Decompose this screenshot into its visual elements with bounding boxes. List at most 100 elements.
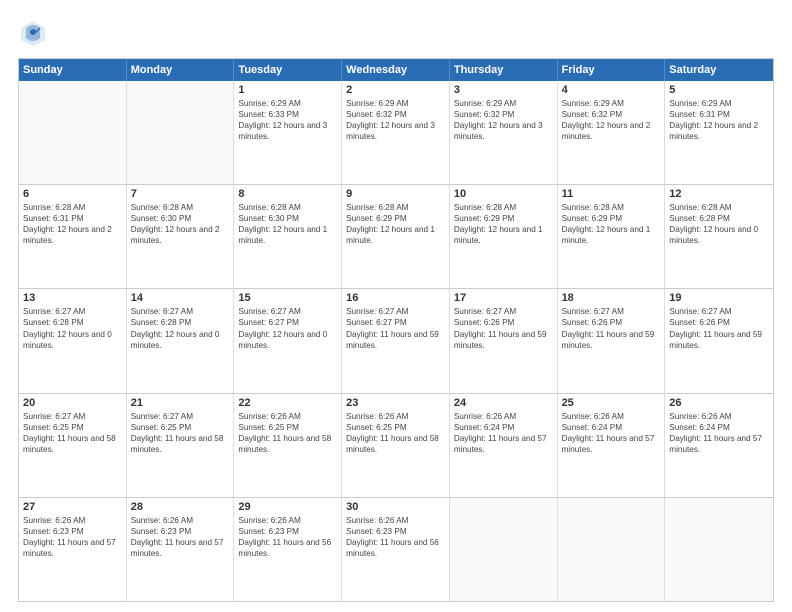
day-info: Sunrise: 6:28 AM Sunset: 6:30 PM Dayligh… [131, 202, 230, 246]
day-number: 20 [23, 397, 122, 409]
day-info: Sunrise: 6:29 AM Sunset: 6:31 PM Dayligh… [669, 98, 769, 142]
day-info: Sunrise: 6:27 AM Sunset: 6:26 PM Dayligh… [562, 306, 661, 350]
calendar-cell: 23 Sunrise: 6:26 AM Sunset: 6:25 PM Dayli… [342, 394, 450, 497]
calendar-cell: 11 Sunrise: 6:28 AM Sunset: 6:29 PM Dayli… [558, 185, 666, 288]
calendar-cell: 4 Sunrise: 6:29 AM Sunset: 6:32 PM Daylig… [558, 81, 666, 184]
calendar-cell: 15 Sunrise: 6:27 AM Sunset: 6:27 PM Dayli… [234, 289, 342, 392]
calendar-cell: 24 Sunrise: 6:26 AM Sunset: 6:24 PM Dayli… [450, 394, 558, 497]
day-number: 26 [669, 397, 769, 409]
calendar-cell: 21 Sunrise: 6:27 AM Sunset: 6:25 PM Dayli… [127, 394, 235, 497]
calendar-cell: 30 Sunrise: 6:26 AM Sunset: 6:23 PM Dayli… [342, 498, 450, 601]
calendar-row-3: 13 Sunrise: 6:27 AM Sunset: 6:28 PM Dayli… [19, 289, 773, 393]
day-info: Sunrise: 6:27 AM Sunset: 6:25 PM Dayligh… [131, 411, 230, 455]
day-number: 11 [562, 188, 661, 200]
calendar-cell: 9 Sunrise: 6:28 AM Sunset: 6:29 PM Daylig… [342, 185, 450, 288]
day-info: Sunrise: 6:27 AM Sunset: 6:26 PM Dayligh… [454, 306, 553, 350]
day-number: 14 [131, 292, 230, 304]
day-number: 29 [238, 501, 337, 513]
calendar-cell: 28 Sunrise: 6:26 AM Sunset: 6:23 PM Dayli… [127, 498, 235, 601]
day-number: 5 [669, 84, 769, 96]
day-info: Sunrise: 6:26 AM Sunset: 6:23 PM Dayligh… [346, 515, 445, 559]
calendar-cell: 5 Sunrise: 6:29 AM Sunset: 6:31 PM Daylig… [665, 81, 773, 184]
day-info: Sunrise: 6:29 AM Sunset: 6:32 PM Dayligh… [346, 98, 445, 142]
calendar-cell: 25 Sunrise: 6:26 AM Sunset: 6:24 PM Dayli… [558, 394, 666, 497]
day-info: Sunrise: 6:27 AM Sunset: 6:27 PM Dayligh… [238, 306, 337, 350]
day-info: Sunrise: 6:26 AM Sunset: 6:24 PM Dayligh… [562, 411, 661, 455]
day-number: 22 [238, 397, 337, 409]
calendar-cell: 29Sunrise: 6:26 AM Sunset: 6:23 PM Dayli… [234, 498, 342, 601]
calendar-body: 1 Sunrise: 6:29 AM Sunset: 6:33 PM Daylig… [19, 81, 773, 601]
day-info: Sunrise: 6:27 AM Sunset: 6:25 PM Dayligh… [23, 411, 122, 455]
calendar-cell [127, 81, 235, 184]
header-day-wednesday: Wednesday [342, 59, 450, 81]
calendar-cell: 16Sunrise: 6:27 AM Sunset: 6:27 PM Dayli… [342, 289, 450, 392]
day-number: 21 [131, 397, 230, 409]
day-number: 17 [454, 292, 553, 304]
calendar-row-5: 27 Sunrise: 6:26 AM Sunset: 6:23 PM Dayli… [19, 498, 773, 601]
header-day-thursday: Thursday [450, 59, 558, 81]
day-number: 4 [562, 84, 661, 96]
calendar-cell: 20 Sunrise: 6:27 AM Sunset: 6:25 PM Dayli… [19, 394, 127, 497]
day-number: 9 [346, 188, 445, 200]
calendar-row-2: 6 Sunrise: 6:28 AM Sunset: 6:31 PM Daylig… [19, 185, 773, 289]
day-info: Sunrise: 6:26 AM Sunset: 6:23 PM Dayligh… [131, 515, 230, 559]
logo [18, 18, 52, 48]
calendar-cell: 14 Sunrise: 6:27 AM Sunset: 6:28 PM Dayli… [127, 289, 235, 392]
calendar-header: SundayMondayTuesdayWednesdayThursdayFrid… [19, 59, 773, 81]
header [18, 18, 774, 48]
header-day-monday: Monday [127, 59, 235, 81]
calendar-cell: 8Sunrise: 6:28 AM Sunset: 6:30 PM Daylig… [234, 185, 342, 288]
day-info: Sunrise: 6:27 AM Sunset: 6:28 PM Dayligh… [131, 306, 230, 350]
day-number: 15 [238, 292, 337, 304]
day-info: Sunrise: 6:26 AM Sunset: 6:23 PM Dayligh… [23, 515, 122, 559]
calendar-cell: 13Sunrise: 6:27 AM Sunset: 6:28 PM Dayli… [19, 289, 127, 392]
calendar-cell [19, 81, 127, 184]
day-info: Sunrise: 6:29 AM Sunset: 6:32 PM Dayligh… [454, 98, 553, 142]
calendar-cell: 6 Sunrise: 6:28 AM Sunset: 6:31 PM Daylig… [19, 185, 127, 288]
day-number: 30 [346, 501, 445, 513]
day-info: Sunrise: 6:27 AM Sunset: 6:26 PM Dayligh… [669, 306, 769, 350]
day-number: 7 [131, 188, 230, 200]
header-day-saturday: Saturday [665, 59, 773, 81]
day-info: Sunrise: 6:28 AM Sunset: 6:29 PM Dayligh… [454, 202, 553, 246]
day-info: Sunrise: 6:26 AM Sunset: 6:25 PM Dayligh… [346, 411, 445, 455]
day-number: 12 [669, 188, 769, 200]
day-info: Sunrise: 6:28 AM Sunset: 6:29 PM Dayligh… [346, 202, 445, 246]
day-number: 28 [131, 501, 230, 513]
calendar-row-4: 20 Sunrise: 6:27 AM Sunset: 6:25 PM Dayli… [19, 394, 773, 498]
day-number: 23 [346, 397, 445, 409]
day-number: 3 [454, 84, 553, 96]
calendar-cell: 27 Sunrise: 6:26 AM Sunset: 6:23 PM Dayli… [19, 498, 127, 601]
day-info: Sunrise: 6:29 AM Sunset: 6:32 PM Dayligh… [562, 98, 661, 142]
logo-icon [18, 18, 48, 48]
calendar-cell: 7 Sunrise: 6:28 AM Sunset: 6:30 PM Daylig… [127, 185, 235, 288]
calendar-cell: 19Sunrise: 6:27 AM Sunset: 6:26 PM Dayli… [665, 289, 773, 392]
day-info: Sunrise: 6:28 AM Sunset: 6:28 PM Dayligh… [669, 202, 769, 246]
calendar-cell [558, 498, 666, 601]
day-info: Sunrise: 6:29 AM Sunset: 6:33 PM Dayligh… [238, 98, 337, 142]
day-number: 8 [238, 188, 337, 200]
day-number: 27 [23, 501, 122, 513]
day-number: 24 [454, 397, 553, 409]
day-info: Sunrise: 6:26 AM Sunset: 6:24 PM Dayligh… [669, 411, 769, 455]
calendar-cell: 22 Sunrise: 6:26 AM Sunset: 6:25 PM Dayli… [234, 394, 342, 497]
day-number: 1 [238, 84, 337, 96]
day-number: 16 [346, 292, 445, 304]
day-info: Sunrise: 6:28 AM Sunset: 6:31 PM Dayligh… [23, 202, 122, 246]
calendar-cell: 17 Sunrise: 6:27 AM Sunset: 6:26 PM Dayli… [450, 289, 558, 392]
day-number: 6 [23, 188, 122, 200]
calendar-cell [450, 498, 558, 601]
calendar: SundayMondayTuesdayWednesdayThursdayFrid… [18, 58, 774, 602]
calendar-cell: 18Sunrise: 6:27 AM Sunset: 6:26 PM Dayli… [558, 289, 666, 392]
calendar-cell: 12 Sunrise: 6:28 AM Sunset: 6:28 PM Dayli… [665, 185, 773, 288]
calendar-cell: 26 Sunrise: 6:26 AM Sunset: 6:24 PM Dayli… [665, 394, 773, 497]
page: SundayMondayTuesdayWednesdayThursdayFrid… [0, 0, 792, 612]
header-day-sunday: Sunday [19, 59, 127, 81]
day-number: 2 [346, 84, 445, 96]
day-info: Sunrise: 6:26 AM Sunset: 6:24 PM Dayligh… [454, 411, 553, 455]
day-info: Sunrise: 6:26 AM Sunset: 6:25 PM Dayligh… [238, 411, 337, 455]
calendar-cell [665, 498, 773, 601]
day-number: 13 [23, 292, 122, 304]
day-info: Sunrise: 6:28 AM Sunset: 6:29 PM Dayligh… [562, 202, 661, 246]
day-number: 25 [562, 397, 661, 409]
